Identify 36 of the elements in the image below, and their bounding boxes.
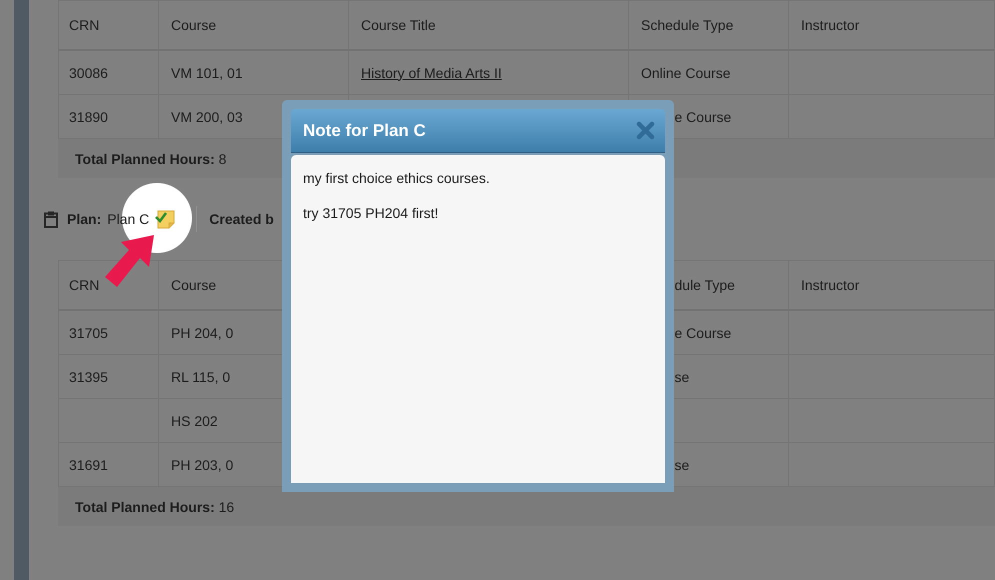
table-cell: 31705	[69, 324, 108, 340]
table-cell: RL 115, 0	[171, 368, 230, 384]
table-cell: VM 200, 03	[171, 108, 243, 124]
pointer-arrow	[104, 234, 156, 288]
column-header: CRN	[69, 17, 100, 33]
table-cell: 31395	[69, 368, 108, 384]
clipboard-icon	[44, 210, 58, 228]
total-hours: Total Planned Hours: 8	[75, 150, 226, 166]
table-cell: e Course	[674, 108, 732, 124]
column-header: Course	[171, 277, 216, 293]
dialog-title: Note for Plan C	[303, 120, 426, 140]
total-hours: Total Planned Hours: 16	[75, 498, 234, 514]
plan-label: Plan:	[67, 211, 102, 227]
table-cell: Online Course	[641, 64, 730, 80]
table-cell: PH 204, 0	[171, 324, 234, 340]
table-cell: se	[674, 456, 690, 472]
course-title-link[interactable]: History of Media Arts II	[361, 64, 502, 80]
column-header: Instructor	[801, 277, 860, 293]
note-check-icon[interactable]	[155, 210, 176, 228]
column-header: Instructor	[801, 17, 860, 33]
table-cell: PH 203, 0	[171, 456, 234, 472]
column-header: Course Title	[361, 17, 436, 33]
column-header: CRN	[69, 277, 100, 293]
table-cell: 31691	[69, 456, 108, 472]
table-cell: VM 101, 01	[171, 64, 243, 80]
table-cell: e Course	[674, 324, 732, 340]
table-cell: 31890	[69, 108, 108, 124]
table-cell: HS 202	[171, 412, 218, 428]
table-cell: 30086	[69, 64, 108, 80]
column-header: Schedule Type	[641, 17, 734, 33]
column-header: dule Type	[674, 277, 735, 293]
note-text: try 31705 PH204 first!	[303, 205, 440, 221]
table-cell: se	[674, 368, 690, 384]
note-text: my first choice ethics courses.	[303, 170, 491, 186]
column-header: Course	[171, 17, 216, 33]
created-by-label: Created b	[209, 211, 274, 227]
